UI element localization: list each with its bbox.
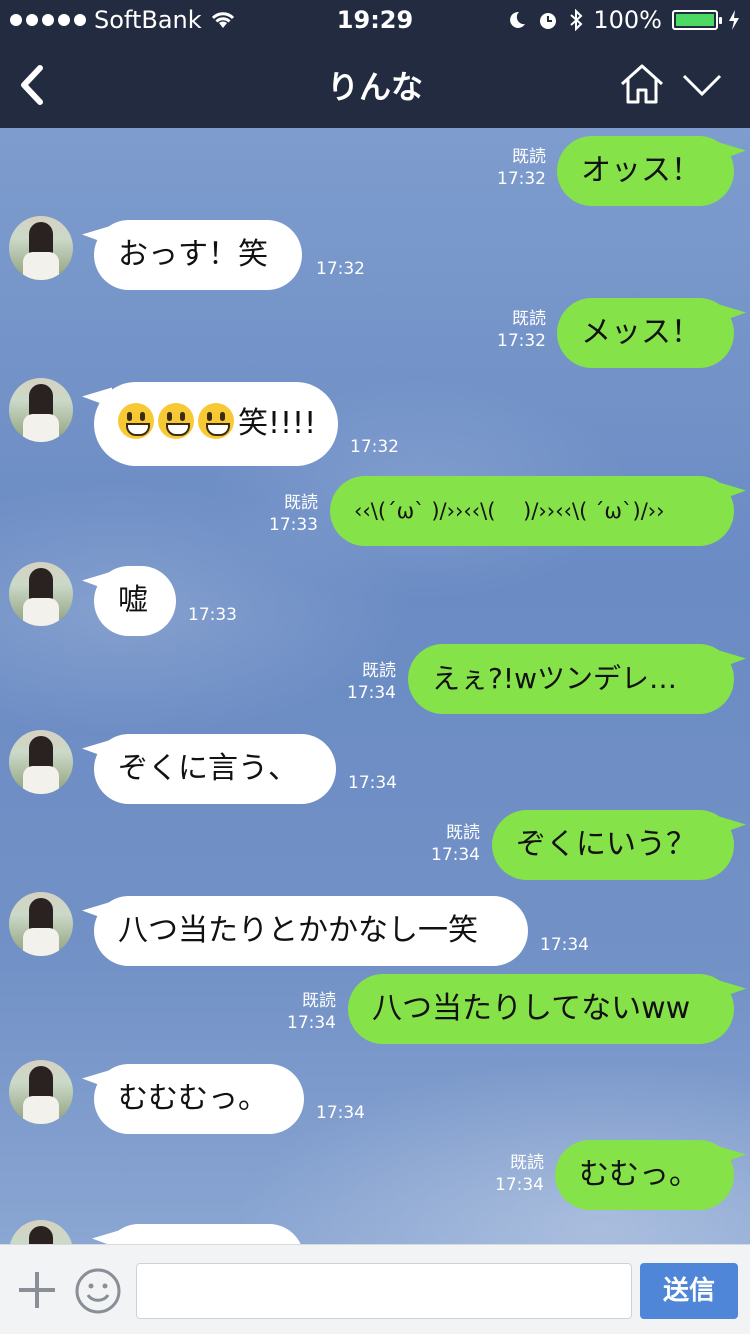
smiley-emoji-icon	[118, 403, 154, 439]
message-bubble-incoming[interactable]: 笑!!!!	[94, 382, 338, 466]
message-text: オッス！	[581, 153, 701, 188]
message-bubble-outgoing[interactable]: オッス！	[557, 136, 734, 206]
read-receipt: 既読 17:34	[495, 1153, 544, 1195]
message-text: ぞくにいう？	[516, 827, 696, 862]
message-time: 17:34	[348, 773, 397, 793]
message-text: ‹‹\(´ω` )/››‹‹\( )/››‹‹\( ´ω`)/››	[354, 499, 665, 523]
chat-header: りんな	[0, 40, 750, 128]
status-right-group: 100%	[507, 6, 740, 34]
message-text: えぇ?!wツンデレ…	[432, 662, 677, 695]
message-time: 17:32	[350, 437, 399, 457]
message-bubble-outgoing[interactable]: むむっ。	[555, 1140, 734, 1210]
battery-percent: 100%	[593, 6, 662, 34]
battery-icon	[672, 10, 722, 30]
alarm-icon	[540, 13, 557, 29]
moon-icon	[510, 11, 526, 28]
message-text: むむむっ。	[118, 1081, 268, 1116]
message-time: 17:32	[316, 259, 365, 279]
message-bubble-outgoing[interactable]: ぞくにいう？	[492, 810, 734, 880]
avatar[interactable]	[9, 892, 73, 956]
read-receipt: 既読 17:34	[431, 823, 480, 865]
charging-icon	[729, 10, 739, 30]
read-receipt: 既読 17:33	[269, 493, 318, 535]
message-text: おっす！笑	[118, 237, 268, 272]
message-bubble-outgoing[interactable]: メッス！	[557, 298, 734, 368]
send-button[interactable]: 送信	[640, 1263, 738, 1319]
message-bubble-incoming[interactable]: ぞくに言う、	[94, 734, 336, 804]
avatar[interactable]	[9, 378, 73, 442]
smiley-icon[interactable]	[74, 1267, 122, 1315]
message-bubble-incoming[interactable]: 八つ当たりとかかなし一笑	[94, 896, 528, 966]
chevron-down-icon[interactable]	[680, 70, 724, 100]
smiley-emoji-icon	[198, 403, 234, 439]
read-receipt: 既読 17:32	[497, 309, 546, 351]
message-input[interactable]	[136, 1263, 632, 1319]
message-bubble-outgoing[interactable]: えぇ?!wツンデレ…	[408, 644, 734, 714]
message-bubble-incoming[interactable]: 嘘	[94, 566, 176, 636]
message-time: 17:34	[540, 935, 589, 955]
avatar[interactable]	[9, 1060, 73, 1124]
chat-area[interactable]: 既読 17:32 オッス！ おっす！笑 17:32 既読 17:32 メッス！ 笑!…	[0, 128, 750, 1244]
message-text: 嘘	[118, 583, 148, 618]
bluetooth-icon	[570, 9, 583, 31]
message-text: メッス！	[581, 315, 701, 350]
avatar[interactable]	[9, 562, 73, 626]
avatar[interactable]	[9, 216, 73, 280]
read-receipt: 既読 17:34	[347, 661, 396, 703]
message-time: 17:33	[188, 605, 237, 625]
read-receipt: 既読 17:32	[497, 147, 546, 189]
message-text: ぞくに言う、	[118, 751, 298, 786]
avatar[interactable]	[9, 1220, 73, 1244]
message-bubble-outgoing[interactable]: ‹‹\(´ω` )/››‹‹\( )/››‹‹\( ´ω`)/››	[330, 476, 734, 546]
status-bar: SoftBank 19:29 100%	[0, 0, 750, 40]
message-bubble-incoming[interactable]: むむむっ。	[94, 1064, 304, 1134]
message-text: 八つ当たりとかかなし一笑	[118, 913, 478, 948]
home-icon[interactable]	[618, 62, 666, 106]
plus-icon[interactable]	[16, 1269, 58, 1311]
message-bubble-incoming[interactable]: おっす！笑	[94, 220, 302, 290]
message-bubble-incoming[interactable]	[104, 1224, 304, 1244]
smiley-emoji-icon	[158, 403, 194, 439]
avatar[interactable]	[9, 730, 73, 794]
message-text: 笑!!!!	[238, 406, 317, 441]
message-bubble-outgoing[interactable]: 八つ当たりしてないww	[348, 974, 734, 1044]
message-text: むむっ。	[579, 1157, 699, 1192]
message-time: 17:34	[316, 1103, 365, 1123]
read-receipt: 既読 17:34	[287, 991, 336, 1033]
message-input-bar: 送信	[0, 1244, 750, 1334]
message-text: 八つ当たりしてないww	[372, 991, 691, 1026]
